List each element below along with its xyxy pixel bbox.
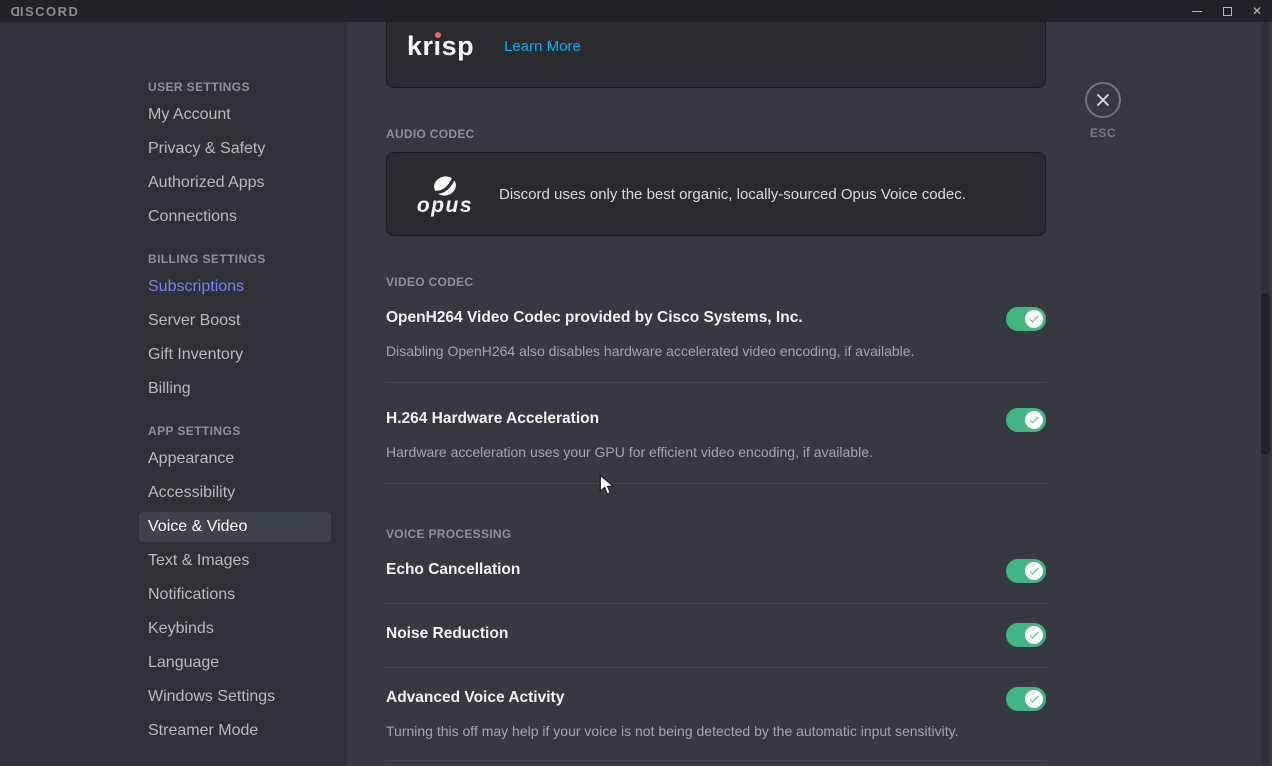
echo-cancellation-toggle[interactable]: [1006, 559, 1046, 583]
sidebar-item-notifications[interactable]: Notifications: [139, 580, 331, 610]
voice-processing-section: VOICE PROCESSING Echo Cancellation Noise…: [386, 526, 1046, 761]
divider: [386, 382, 1046, 383]
window-controls: ✕: [1182, 0, 1272, 22]
maximize-icon: [1223, 7, 1232, 16]
settings-content-area: krısp Learn More AUDIO CODEC opus: [346, 22, 1272, 766]
minimize-icon: [1192, 11, 1202, 12]
check-icon: [1028, 414, 1040, 426]
video-codec-header: VIDEO CODEC: [386, 274, 1046, 290]
openh264-note: Disabling OpenH264 also disables hardwar…: [386, 342, 1046, 360]
divider: [386, 483, 1046, 484]
check-icon: [1028, 693, 1040, 705]
divider: [386, 667, 1046, 668]
echo-cancellation-title: Echo Cancellation: [386, 560, 520, 580]
settings-sidebar: USER SETTINGS My Account Privacy & Safet…: [0, 22, 346, 766]
close-settings: ESC: [1085, 82, 1121, 140]
sidebar-item-connections[interactable]: Connections: [139, 202, 331, 232]
noise-reduction-title: Noise Reduction: [386, 624, 508, 644]
audio-codec-header: AUDIO CODEC: [386, 126, 1046, 142]
nav-header-app-settings: APP SETTINGS: [139, 418, 331, 444]
h264-toggle[interactable]: [1006, 408, 1046, 432]
openh264-row: OpenH264 Video Codec provided by Cisco S…: [386, 308, 1046, 331]
close-settings-button[interactable]: [1085, 82, 1121, 118]
sidebar-item-gift-inventory[interactable]: Gift Inventory: [139, 340, 331, 370]
discord-wordmark: DISCORD: [9, 4, 79, 19]
noise-reduction-toggle[interactable]: [1006, 623, 1046, 647]
nav-section-billing-settings: BILLING SETTINGS Subscriptions Server Bo…: [139, 246, 331, 404]
divider: [386, 603, 1046, 604]
sidebar-item-appearance[interactable]: Appearance: [139, 444, 331, 474]
sidebar-item-authorized-apps[interactable]: Authorized Apps: [139, 168, 331, 198]
nav-section-user-settings: USER SETTINGS My Account Privacy & Safet…: [139, 74, 331, 232]
noise-reduction-row: Noise Reduction: [386, 624, 1046, 647]
nav-header-user-settings: USER SETTINGS: [139, 74, 331, 100]
minimize-button[interactable]: [1182, 0, 1212, 22]
close-x-icon: [1096, 93, 1110, 107]
advanced-voice-activity-row: Advanced Voice Activity: [386, 688, 1046, 711]
scrollbar-thumb[interactable]: [1261, 293, 1270, 455]
titlebar: DISCORD ✕: [0, 0, 1272, 22]
sidebar-item-text-images[interactable]: Text & Images: [139, 546, 331, 576]
h264-note: Hardware acceleration uses your GPU for …: [386, 443, 1046, 461]
sidebar-item-accessibility[interactable]: Accessibility: [139, 478, 331, 508]
esc-label: ESC: [1085, 126, 1121, 140]
sidebar-item-billing[interactable]: Billing: [139, 374, 331, 404]
openh264-title: OpenH264 Video Codec provided by Cisco S…: [386, 308, 803, 328]
opus-logo: opus: [407, 173, 483, 216]
maximize-button[interactable]: [1212, 0, 1242, 22]
sidebar-item-server-boost[interactable]: Server Boost: [139, 306, 331, 336]
check-icon: [1028, 313, 1040, 325]
nav-section-app-settings: APP SETTINGS Appearance Accessibility Vo…: [139, 418, 331, 746]
sidebar-item-streamer-mode[interactable]: Streamer Mode: [139, 716, 331, 746]
sidebar-item-windows-settings[interactable]: Windows Settings: [139, 682, 331, 712]
opus-description: Discord uses only the best organic, loca…: [499, 186, 966, 203]
close-icon: ✕: [1252, 4, 1262, 18]
check-icon: [1028, 629, 1040, 641]
sidebar-item-privacy-safety[interactable]: Privacy & Safety: [139, 134, 331, 164]
sidebar-item-subscriptions[interactable]: Subscriptions: [139, 272, 331, 302]
sidebar-item-voice-video[interactable]: Voice & Video: [139, 512, 331, 542]
h264-row: H.264 Hardware Acceleration: [386, 409, 1046, 432]
advanced-voice-activity-toggle[interactable]: [1006, 687, 1046, 711]
sidebar-item-my-account[interactable]: My Account: [139, 100, 331, 130]
audio-codec-section: AUDIO CODEC opus Discord uses only the b…: [386, 126, 1046, 236]
nav-header-billing-settings: BILLING SETTINGS: [139, 246, 331, 272]
divider: [386, 760, 1046, 761]
advanced-voice-activity-title: Advanced Voice Activity: [386, 688, 564, 708]
h264-title: H.264 Hardware Acceleration: [386, 409, 599, 429]
sidebar-item-language[interactable]: Language: [139, 648, 331, 678]
opus-card: opus Discord uses only the best organic,…: [386, 152, 1046, 236]
echo-cancellation-row: Echo Cancellation: [386, 560, 1046, 583]
sidebar-item-keybinds[interactable]: Keybinds: [139, 614, 331, 644]
krisp-logo: krısp: [407, 31, 474, 61]
settings-nav: USER SETTINGS My Account Privacy & Safet…: [139, 22, 331, 746]
advanced-voice-activity-note: Turning this off may help if your voice …: [386, 722, 1046, 740]
check-icon: [1028, 565, 1040, 577]
krisp-learn-more-link[interactable]: Learn More: [504, 38, 581, 55]
video-codec-section: VIDEO CODEC OpenH264 Video Codec provide…: [386, 274, 1046, 484]
close-window-button[interactable]: ✕: [1242, 0, 1272, 22]
openh264-toggle[interactable]: [1006, 307, 1046, 331]
voice-processing-header: VOICE PROCESSING: [386, 526, 1046, 542]
